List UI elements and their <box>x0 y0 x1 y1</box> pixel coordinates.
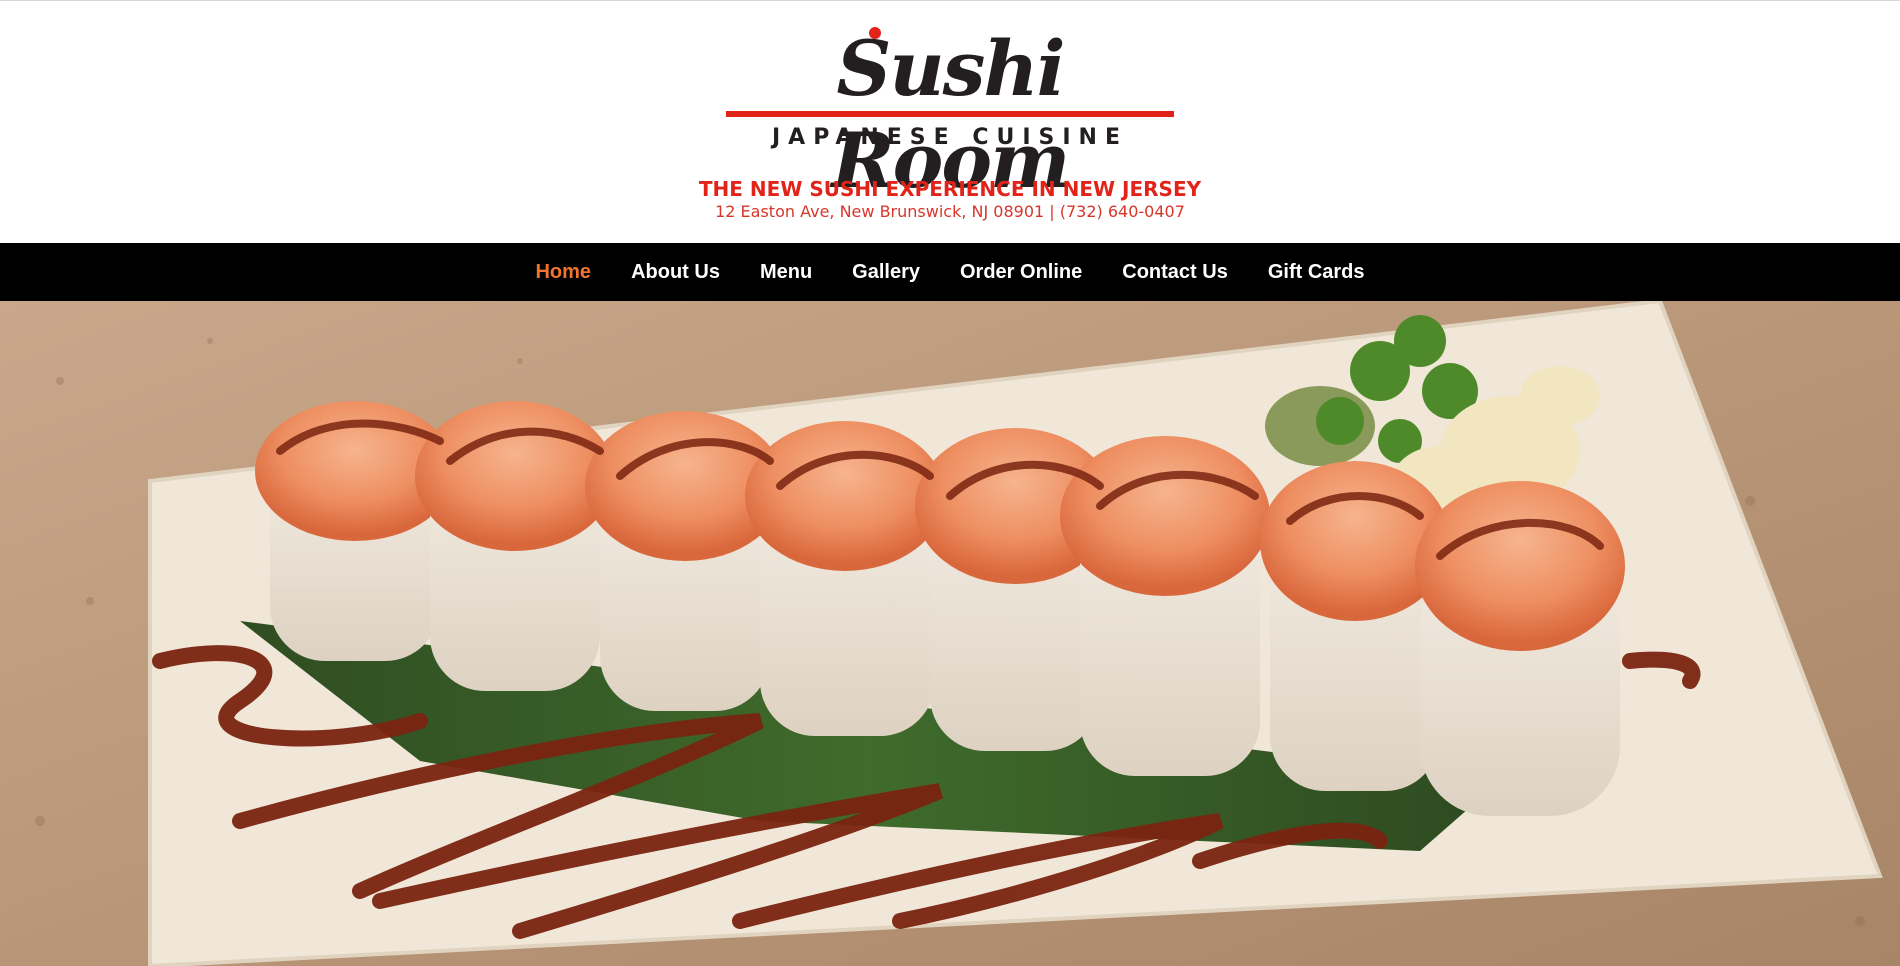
nav-item-home[interactable]: Home <box>535 243 591 301</box>
logo-wordmark: Sushi Room <box>831 24 1071 205</box>
nav-item-gift-cards[interactable]: Gift Cards <box>1268 243 1365 301</box>
site-logo[interactable]: Sushi Room JAPANESE CUISINE <box>724 23 1176 205</box>
logo-red-dot <box>869 27 881 39</box>
site-header: Sushi Room JAPANESE CUISINE THE NEW SUSH… <box>0 1 1900 243</box>
address-phone: 12 Easton Ave, New Brunswick, NJ 08901 |… <box>715 202 1185 221</box>
logo-subtitle: JAPANESE CUISINE <box>772 125 1128 150</box>
nav-item-about-us[interactable]: About Us <box>631 243 720 301</box>
nav-menu: Home About Us Menu Gallery Order Online … <box>0 243 1900 301</box>
nav-item-gallery[interactable]: Gallery <box>852 243 920 301</box>
main-navigation: Home About Us Menu Gallery Order Online … <box>0 243 1900 301</box>
tagline: THE NEW SUSHI EXPERIENCE IN NEW JERSEY <box>698 177 1202 201</box>
hero-image <box>0 301 1900 966</box>
sushi-plate-illustration <box>0 301 1900 966</box>
nav-item-order-online[interactable]: Order Online <box>960 243 1082 301</box>
logo-red-underline <box>726 111 1174 117</box>
nav-item-menu[interactable]: Menu <box>760 243 812 301</box>
nav-item-contact-us[interactable]: Contact Us <box>1122 243 1228 301</box>
